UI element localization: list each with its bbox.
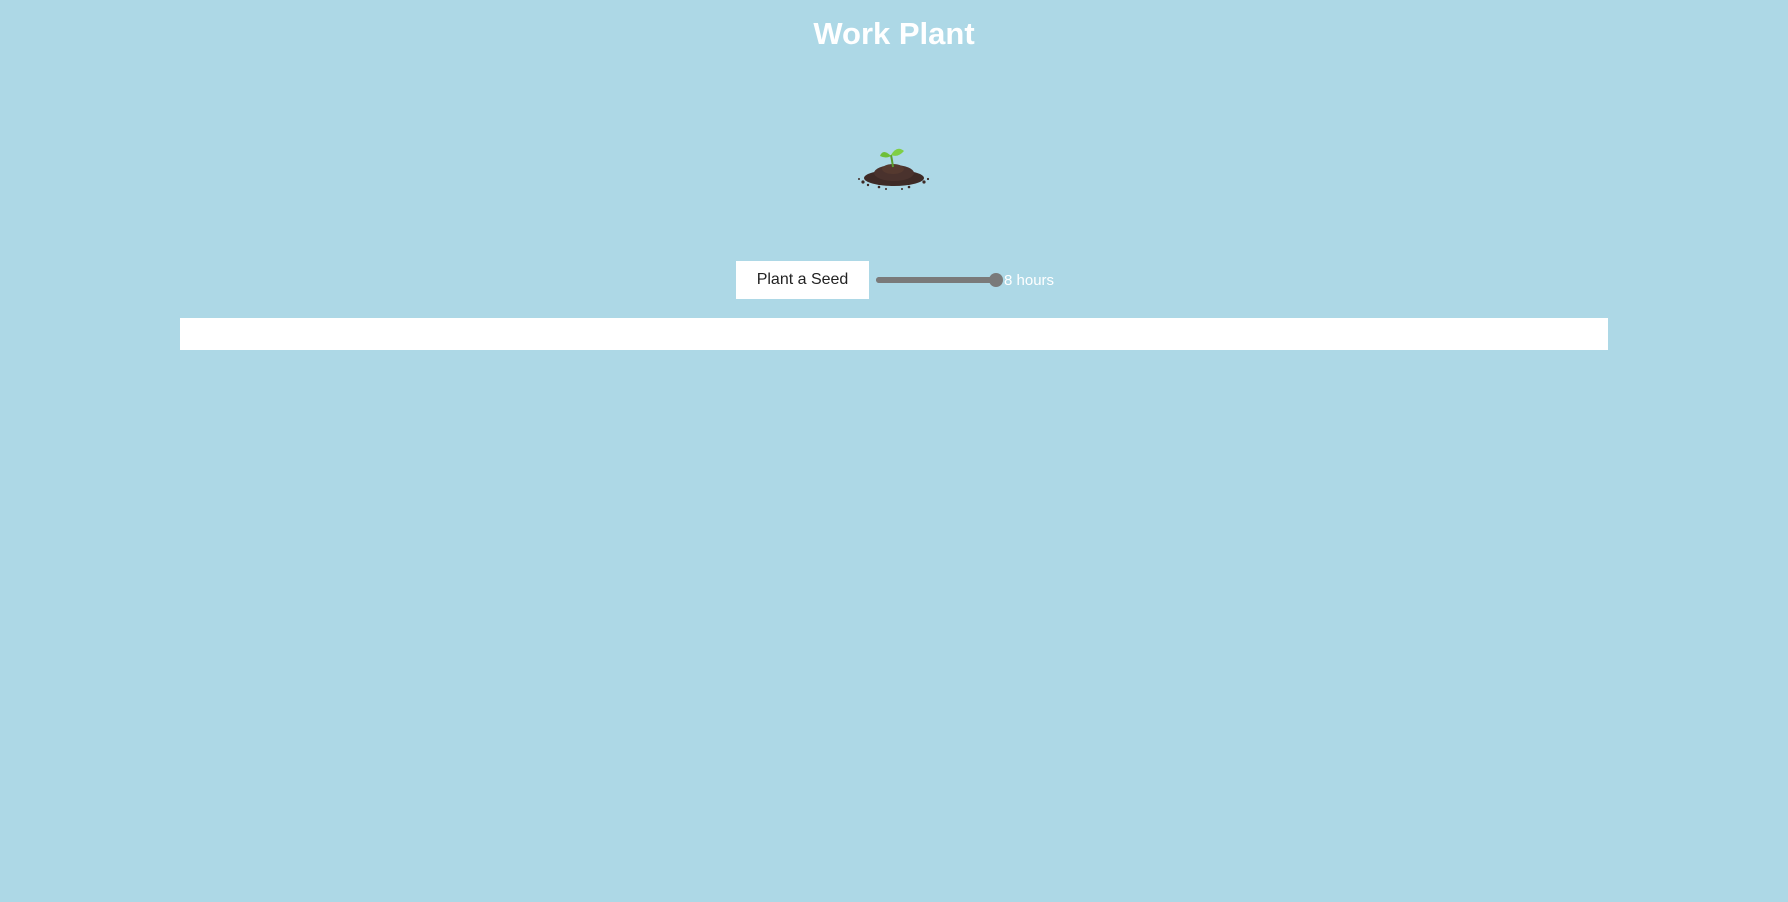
hours-slider-thumb[interactable]	[989, 273, 1003, 287]
plant-seed-button[interactable]: Plant a Seed	[736, 261, 869, 299]
page-title: Work Plant	[813, 16, 975, 51]
work-plant-page: Work Plant Plant a Seed 8 hours	[0, 0, 1788, 902]
work-log-panel	[180, 318, 1608, 350]
hours-slider-fill	[876, 277, 996, 283]
controls-row: Plant a Seed 8 hours	[736, 261, 1054, 299]
hours-value-label: 8 hours	[1004, 271, 1055, 289]
hours-slider-track[interactable]	[876, 277, 996, 283]
hours-slider[interactable]	[876, 272, 1003, 288]
seedling-in-soil-icon	[858, 148, 930, 190]
